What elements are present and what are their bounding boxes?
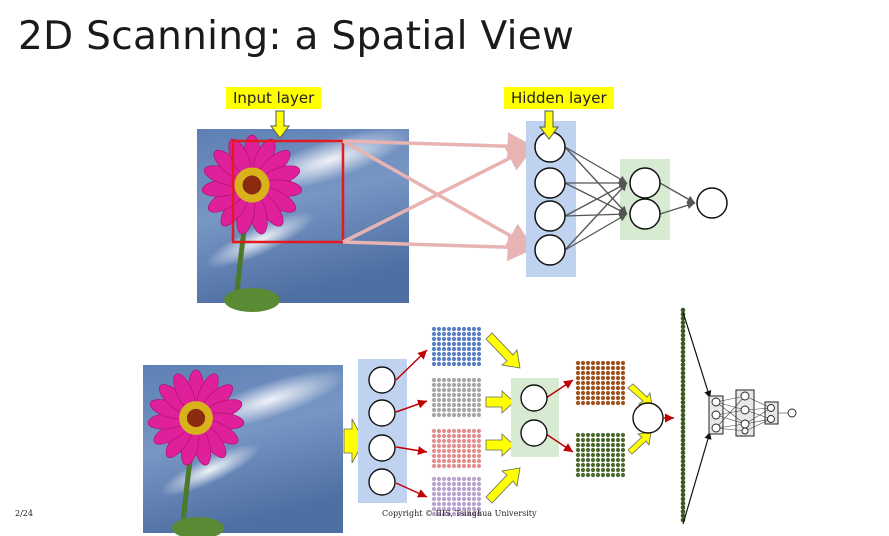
feature-map-pink (431, 428, 482, 469)
flatten-fanout (682, 311, 712, 525)
flower-photo-bottom (143, 365, 347, 536)
feature-map-blue (431, 326, 482, 367)
diagram-canvas (143, 110, 797, 536)
feature-map-olive (575, 432, 626, 478)
neuron-final-bottom (632, 402, 664, 434)
flower-photo-top (197, 127, 412, 312)
feature-map-brown (575, 360, 626, 406)
mini-mlp (708, 389, 797, 437)
flatten-column (680, 307, 686, 523)
feature-map-gray (431, 377, 482, 418)
copyright-footer: Copyright © IIIS, Tsinghua University (382, 509, 537, 518)
page-number: 2/24 (15, 509, 33, 518)
